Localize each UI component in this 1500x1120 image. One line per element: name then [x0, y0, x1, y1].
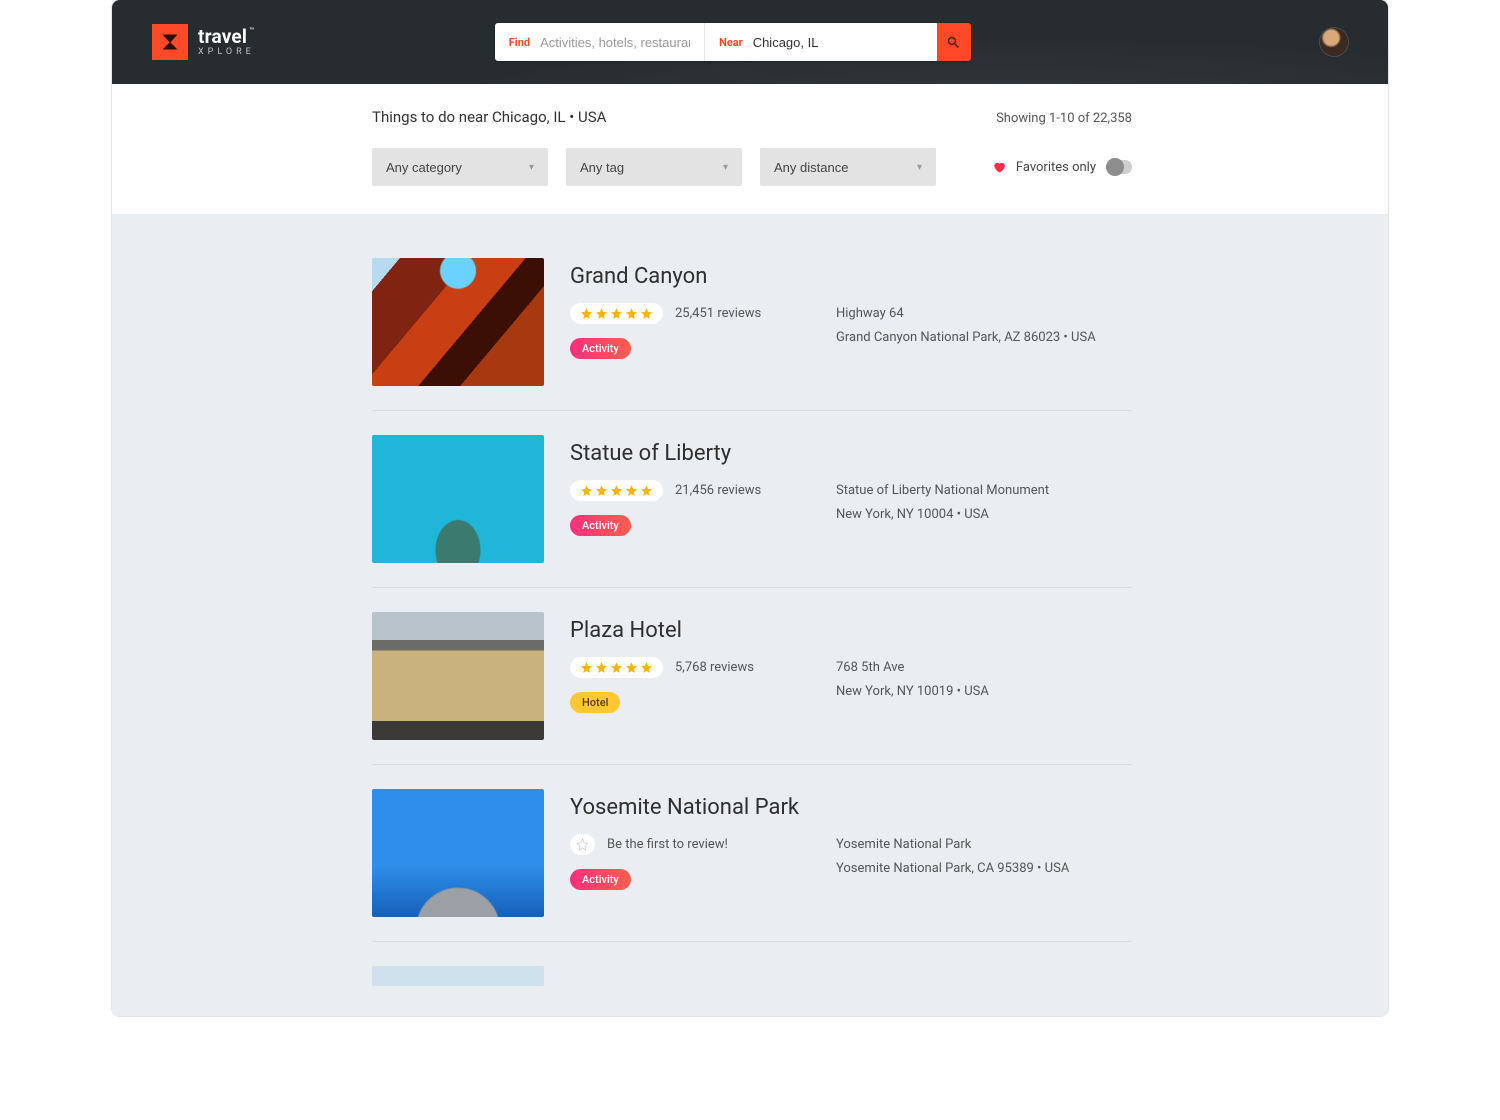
near-label: Near — [719, 36, 743, 49]
result-title[interactable]: Grand Canyon — [570, 264, 1132, 289]
star-rating — [570, 303, 663, 324]
result-row: Yosemite National Park Be the first to re… — [372, 789, 1132, 942]
result-category-tag[interactable]: Activity — [570, 869, 631, 890]
favorites-only-toggle[interactable] — [1106, 160, 1132, 174]
result-thumbnail[interactable] — [372, 258, 544, 386]
brand-name: travel — [198, 25, 247, 48]
result-thumbnail[interactable] — [372, 612, 544, 740]
result-address: Highway 64Grand Canyon National Park, AZ… — [836, 303, 1096, 349]
results-list: Grand Canyon 25,451 reviews Activity Highwa… — [112, 214, 1388, 1016]
result-address-line2: New York, NY 10019 • USA — [836, 681, 989, 703]
user-avatar[interactable] — [1320, 28, 1348, 56]
page-title: Things to do near Chicago, IL • USA — [372, 108, 606, 126]
search-bar: Find Near — [495, 23, 971, 61]
result-address-line1: Yosemite National Park — [836, 834, 1069, 856]
search-icon — [946, 35, 961, 50]
brand-logo[interactable]: travel™ XPLORE — [152, 24, 255, 60]
find-input[interactable] — [540, 35, 690, 50]
result-address-line2: Grand Canyon National Park, AZ 86023 • U… — [836, 327, 1096, 349]
result-row: Statue of Liberty 21,456 reviews Activity S… — [372, 435, 1132, 588]
result-address: Yosemite National ParkYosemite National … — [836, 834, 1069, 880]
review-count: 25,451 reviews — [675, 306, 761, 321]
search-button[interactable] — [937, 23, 971, 61]
result-category-tag[interactable]: Activity — [570, 515, 631, 536]
distance-filter-label: Any distance — [774, 160, 848, 175]
distance-filter[interactable]: Any distance ▾ — [760, 148, 936, 186]
tag-filter-label: Any tag — [580, 160, 624, 175]
result-thumbnail[interactable] — [372, 789, 544, 917]
first-review-prompt[interactable]: Be the first to review! — [607, 837, 728, 852]
result-address-line1: Statue of Liberty National Monument — [836, 480, 1049, 502]
category-filter-label: Any category — [386, 160, 462, 175]
chevron-down-icon: ▾ — [529, 162, 534, 173]
filters-section: Things to do near Chicago, IL • USA Show… — [112, 84, 1388, 214]
near-input[interactable] — [753, 35, 923, 50]
result-title[interactable]: Plaza Hotel — [570, 618, 1132, 643]
result-address-line2: Yosemite National Park, CA 95389 • USA — [836, 858, 1069, 880]
logo-mark-icon — [152, 24, 188, 60]
result-thumbnail[interactable] — [372, 435, 544, 563]
results-count: Showing 1-10 of 22,358 — [996, 111, 1132, 126]
review-count: 5,768 reviews — [675, 660, 754, 675]
result-address-line1: Highway 64 — [836, 303, 1096, 325]
heart-icon — [992, 160, 1006, 174]
star-rating-empty — [570, 834, 595, 855]
brand-subtitle: XPLORE — [198, 48, 255, 57]
brand-tm: ™ — [249, 26, 254, 35]
result-address-line1: 768 5th Ave — [836, 657, 989, 679]
review-count: 21,456 reviews — [675, 483, 761, 498]
star-rating — [570, 657, 663, 678]
result-title[interactable]: Statue of Liberty — [570, 441, 1132, 466]
tag-filter[interactable]: Any tag ▾ — [566, 148, 742, 186]
result-title[interactable]: Yosemite National Park — [570, 795, 1132, 820]
find-label: Find — [509, 36, 530, 49]
result-address: 768 5th AveNew York, NY 10019 • USA — [836, 657, 989, 703]
app-header: travel™ XPLORE Find Near — [112, 0, 1388, 84]
result-row: Grand Canyon 25,451 reviews Activity Highwa… — [372, 258, 1132, 411]
chevron-down-icon: ▾ — [917, 162, 922, 173]
result-thumbnail[interactable] — [372, 966, 544, 986]
chevron-down-icon: ▾ — [723, 162, 728, 173]
result-category-tag[interactable]: Hotel — [570, 692, 620, 713]
result-address: Statue of Liberty National MonumentNew Y… — [836, 480, 1049, 526]
result-address-line2: New York, NY 10004 • USA — [836, 504, 1049, 526]
category-filter[interactable]: Any category ▾ — [372, 148, 548, 186]
result-category-tag[interactable]: Activity — [570, 338, 631, 359]
result-row: Plaza Hotel 5,768 reviews Hotel 768 5th Ave… — [372, 612, 1132, 765]
favorites-only-label: Favorites only — [1016, 160, 1096, 175]
star-rating — [570, 480, 663, 501]
